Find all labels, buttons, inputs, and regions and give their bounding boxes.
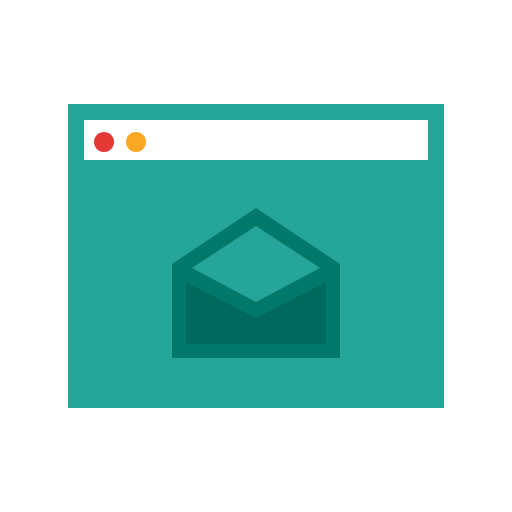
window-titlebar: [84, 120, 428, 160]
open-envelope-icon: [172, 208, 340, 358]
stage: [0, 0, 512, 512]
minimize-dot-icon[interactable]: [126, 132, 146, 152]
browser-window: [68, 104, 444, 408]
close-dot-icon[interactable]: [94, 132, 114, 152]
